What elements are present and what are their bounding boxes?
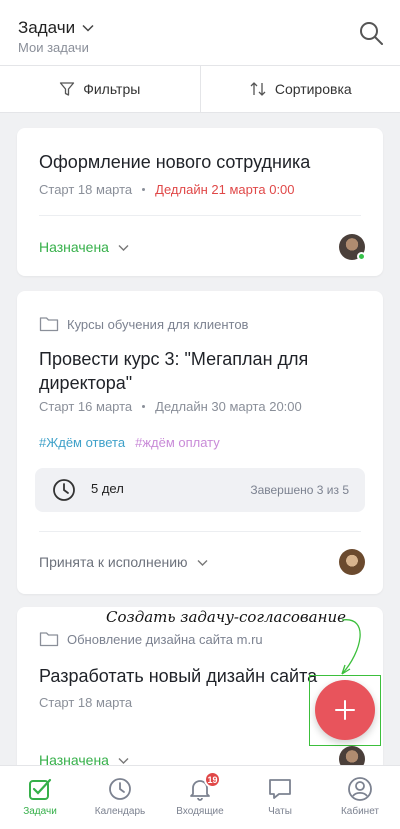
task-dates: Старт 18 марта bbox=[39, 695, 132, 710]
nav-label: Кабинет bbox=[340, 806, 380, 817]
filter-sort-bar: Фильтры Сортировка bbox=[0, 66, 400, 113]
checklist-summary[interactable]: 5 дел Завершено 3 из 5 bbox=[35, 468, 365, 512]
task-project[interactable]: Обновление дизайна сайта m.ru bbox=[39, 631, 263, 647]
status-dropdown[interactable]: Принята к исполнению bbox=[39, 554, 209, 570]
task-card[interactable]: Оформление нового сотрудника Старт 18 ма… bbox=[17, 128, 383, 276]
checklist-progress: Завершено 3 из 5 bbox=[250, 483, 349, 497]
filter-icon bbox=[60, 82, 75, 96]
avatar[interactable] bbox=[339, 234, 366, 261]
nav-chats[interactable]: Чаты bbox=[240, 766, 320, 829]
clock-icon bbox=[109, 778, 131, 800]
separator-dot bbox=[142, 405, 146, 408]
search-icon[interactable] bbox=[358, 20, 384, 46]
nav-label: Задачи bbox=[23, 806, 57, 817]
tag[interactable]: #Ждём ответа bbox=[39, 435, 125, 450]
task-deadline: Дедлайн 30 марта 20:00 bbox=[155, 399, 302, 414]
title-dropdown[interactable]: Задачи Мои задачи bbox=[18, 18, 95, 55]
page-subtitle: Мои задачи bbox=[18, 40, 89, 55]
task-tags: #Ждём ответа #ждём оплату bbox=[39, 435, 220, 450]
plus-icon bbox=[335, 700, 355, 720]
status-dropdown[interactable]: Назначена bbox=[39, 239, 130, 255]
annotation-text: Создать задачу-согласование bbox=[106, 608, 346, 626]
add-task-button[interactable] bbox=[315, 680, 375, 740]
filters-button[interactable]: Фильтры bbox=[0, 66, 200, 112]
task-deadline: Дедлайн 21 марта 0:00 bbox=[155, 182, 295, 197]
tag[interactable]: #ждём оплату bbox=[135, 435, 220, 450]
sort-label: Сортировка bbox=[274, 81, 352, 97]
online-indicator bbox=[357, 252, 366, 261]
nav-tasks[interactable]: Задачи bbox=[0, 766, 80, 829]
chevron-down-icon bbox=[197, 559, 208, 566]
task-title: Провести курс 3: "Мегаплан для директора… bbox=[39, 349, 309, 393]
page-title[interactable]: Задачи bbox=[18, 18, 95, 38]
chevron-down-icon bbox=[82, 24, 94, 32]
chevron-down-icon bbox=[118, 244, 129, 251]
annotation-arrow-icon bbox=[341, 619, 361, 675]
page-title-text: Задачи bbox=[18, 18, 76, 37]
separator-dot bbox=[142, 188, 146, 191]
nav-label: Входящие bbox=[176, 806, 224, 817]
check-square-icon bbox=[29, 778, 52, 800]
sort-icon bbox=[250, 82, 266, 96]
notification-badge: 19 bbox=[204, 771, 221, 788]
nav-label: Чаты bbox=[268, 806, 292, 817]
sort-button[interactable]: Сортировка bbox=[201, 66, 400, 112]
task-card[interactable]: Курсы обучения для клиентов Провести кур… bbox=[17, 291, 383, 594]
nav-profile[interactable]: Кабинет bbox=[320, 766, 400, 829]
task-dates: Старт 18 марта Дедлайн 21 марта 0:00 bbox=[39, 182, 295, 197]
status-label: Принята к исполнению bbox=[39, 554, 188, 570]
project-name: Обновление дизайна сайта m.ru bbox=[67, 631, 263, 647]
avatar[interactable] bbox=[339, 549, 365, 575]
nav-label: Календарь bbox=[94, 806, 146, 817]
checklist-count: 5 дел bbox=[91, 481, 124, 496]
divider bbox=[39, 215, 361, 216]
folder-icon bbox=[39, 632, 59, 647]
nav-calendar[interactable]: Календарь bbox=[80, 766, 160, 829]
task-start: Старт 16 марта bbox=[39, 399, 133, 414]
task-title: Оформление нового сотрудника bbox=[39, 152, 311, 172]
task-start: Старт 18 марта bbox=[39, 695, 133, 710]
bottom-navigation: Задачи Календарь 19 Входящие Чаты Кабине… bbox=[0, 765, 400, 829]
project-name: Курсы обучения для клиентов bbox=[67, 316, 249, 332]
clock-icon bbox=[53, 479, 75, 501]
task-project[interactable]: Курсы обучения для клиентов bbox=[39, 316, 248, 332]
user-icon bbox=[348, 777, 372, 801]
app-header: Задачи Мои задачи bbox=[0, 0, 400, 66]
chat-icon bbox=[269, 779, 291, 799]
divider bbox=[39, 531, 361, 532]
task-start: Старт 18 марта bbox=[39, 182, 133, 197]
filters-label: Фильтры bbox=[83, 81, 141, 97]
task-dates: Старт 16 марта Дедлайн 30 марта 20:00 bbox=[39, 399, 302, 414]
folder-icon bbox=[39, 317, 59, 332]
nav-inbox[interactable]: 19 Входящие bbox=[160, 766, 240, 829]
status-label: Назначена bbox=[39, 239, 109, 255]
